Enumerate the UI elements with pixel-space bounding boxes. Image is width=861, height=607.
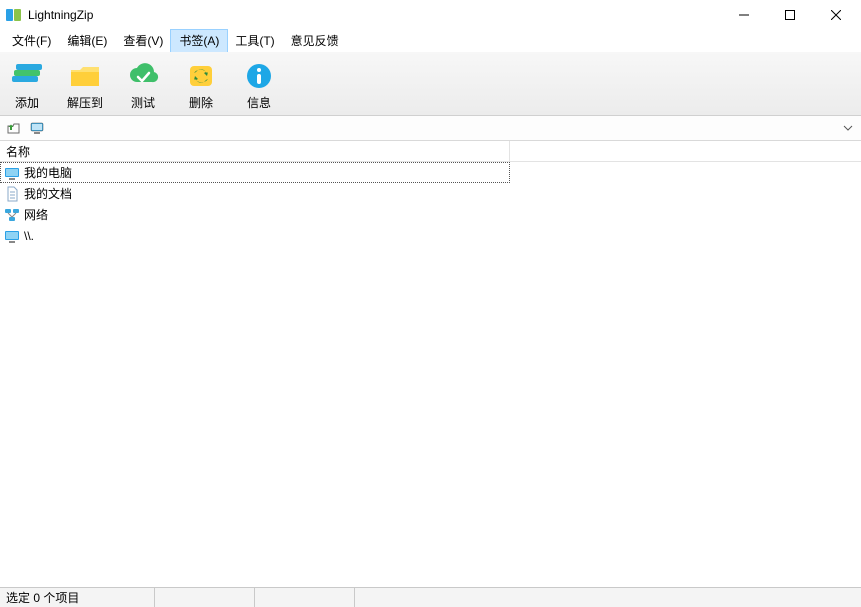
add-button[interactable]: 添加 (6, 60, 48, 110)
toolbar: 添加 解压到 测试 (0, 52, 861, 116)
list-item-label: \\. (24, 228, 34, 244)
status-selection: 选定 0 个项目 (0, 588, 155, 607)
close-button[interactable] (813, 0, 859, 30)
extract-button[interactable]: 解压到 (64, 60, 106, 110)
info-button[interactable]: 信息 (238, 60, 280, 110)
up-icon[interactable] (4, 119, 22, 137)
status-cell (155, 588, 255, 607)
list-item[interactable]: 我的文档 (0, 183, 510, 204)
list-item[interactable]: \\. (0, 225, 510, 246)
list-item-label: 我的文档 (24, 186, 72, 202)
list-header: 名称 (0, 141, 861, 162)
list-item[interactable]: 网络 (0, 204, 510, 225)
menu-file[interactable]: 文件(F) (4, 30, 59, 52)
status-bar: 选定 0 个项目 (0, 587, 861, 607)
list-item[interactable]: 我的电脑 (0, 162, 510, 183)
dropdown-icon[interactable] (839, 119, 857, 137)
minimize-button[interactable] (721, 0, 767, 30)
cloud-check-icon (126, 60, 160, 92)
test-button[interactable]: 测试 (122, 60, 164, 110)
menu-bar: 文件(F) 编辑(E) 查看(V) 书签(A) 工具(T) 意见反馈 (0, 30, 861, 52)
list-item-label: 我的电脑 (24, 165, 72, 181)
menu-feedback[interactable]: 意见反馈 (283, 30, 347, 52)
recycle-icon (184, 60, 218, 92)
books-icon (10, 60, 44, 92)
info-icon (242, 60, 276, 92)
info-label: 信息 (247, 96, 271, 110)
title-bar: LightningZip (0, 0, 861, 30)
add-label: 添加 (15, 96, 39, 110)
computer-icon (4, 228, 20, 244)
address-bar (0, 116, 861, 141)
file-list[interactable]: 我的电脑 我的文档 (0, 162, 861, 587)
menu-bookmark[interactable]: 书签(A) (171, 30, 227, 52)
menu-view[interactable]: 查看(V) (115, 30, 171, 52)
menu-tools[interactable]: 工具(T) (227, 30, 282, 52)
network-icon (4, 207, 20, 223)
extract-label: 解压到 (67, 96, 103, 110)
app-window: LightningZip 文件(F) 编辑(E) 查看(V) 书签(A) 工具(… (0, 0, 861, 607)
status-cell (255, 588, 355, 607)
window-controls (721, 0, 859, 30)
address-path[interactable] (52, 118, 833, 138)
delete-button[interactable]: 删除 (180, 60, 222, 110)
list-item-label: 网络 (24, 207, 48, 223)
computer-icon (4, 165, 20, 181)
document-icon (4, 186, 20, 202)
menu-edit[interactable]: 编辑(E) (59, 30, 115, 52)
test-label: 测试 (131, 96, 155, 110)
maximize-button[interactable] (767, 0, 813, 30)
folder-icon (68, 60, 102, 92)
computer-small-icon[interactable] (28, 119, 46, 137)
column-name[interactable]: 名称 (0, 141, 510, 161)
delete-label: 删除 (189, 96, 213, 110)
app-icon (6, 7, 22, 23)
window-title: LightningZip (28, 8, 93, 22)
